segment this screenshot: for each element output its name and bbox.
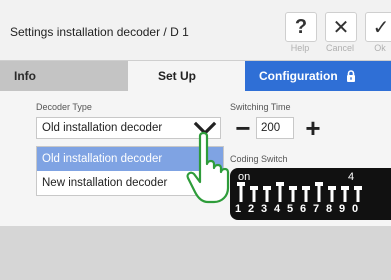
decoder-type-label: Decoder Type (36, 102, 92, 112)
tab-configuration[interactable]: Configuration (245, 61, 391, 91)
tab-bar: Info Set Up Configuration (0, 61, 391, 91)
dip-switch-3[interactable] (265, 190, 269, 202)
dip-switch-10[interactable] (356, 190, 360, 202)
tab-info[interactable]: Info (0, 61, 128, 91)
switch-number: 8 (325, 203, 333, 215)
dip-switch-knob-5 (289, 186, 297, 190)
dip-switch-knob-4 (276, 182, 284, 186)
dip-switch-6[interactable] (304, 190, 308, 202)
window-title: Settings installation decoder / D 1 (10, 25, 189, 39)
switch-number: 3 (260, 203, 268, 215)
dip-switch-knob-6 (302, 186, 310, 190)
close-icon: ✕ (325, 12, 357, 42)
coding-marker-label: 4 (348, 171, 355, 183)
dip-switch-knob-3 (263, 186, 271, 190)
switch-number: 0 (351, 203, 359, 215)
switch-number: 2 (247, 203, 255, 215)
dip-switch-4[interactable] (278, 186, 282, 202)
switch-number: 4 (273, 203, 281, 215)
switch-number: 9 (338, 203, 346, 215)
tab-configuration-label: Configuration (259, 69, 338, 83)
dip-switch-9[interactable] (343, 190, 347, 202)
dip-switch-knob-8 (328, 186, 336, 190)
help-label: Help (290, 43, 310, 53)
dip-switch-7[interactable] (317, 186, 321, 202)
help-icon: ? (285, 12, 317, 42)
cancel-button[interactable]: ✕ Cancel (321, 12, 359, 56)
bottom-area (0, 226, 391, 280)
switching-time-label: Switching Time (230, 102, 291, 112)
coding-switch-numbers: 1 2 3 4 5 6 7 8 9 0 (230, 203, 391, 217)
switch-number: 6 (299, 203, 307, 215)
switch-number: 7 (312, 203, 320, 215)
ok-button[interactable]: ✓ Ok (361, 12, 391, 56)
dip-switch-5[interactable] (291, 190, 295, 202)
dip-switch-knob-10 (354, 186, 362, 190)
switching-time-input[interactable]: 200 (256, 117, 294, 139)
checkmark-icon: ✓ (365, 12, 391, 42)
pointing-hand-icon (186, 130, 242, 206)
tab-info-label: Info (14, 69, 36, 83)
coding-switch[interactable]: on 4 1 2 3 4 5 6 7 8 9 0 (230, 168, 391, 220)
dip-switch-knob-7 (315, 182, 323, 186)
help-button[interactable]: ? Help (281, 12, 319, 56)
tab-set-up-label: Set Up (158, 69, 197, 83)
tab-set-up[interactable]: Set Up (128, 61, 245, 91)
dip-switch-knob-2 (250, 186, 258, 190)
ok-label: Ok (374, 43, 386, 53)
dip-switch-2[interactable] (252, 190, 256, 202)
lock-icon (346, 70, 356, 82)
increment-button[interactable]: + (300, 115, 326, 142)
switch-number: 5 (286, 203, 294, 215)
title-bar: Settings installation decoder / D 1 ? He… (0, 0, 391, 61)
cancel-label: Cancel (325, 43, 354, 53)
dip-switch-8[interactable] (330, 190, 334, 202)
dip-switch-knob-9 (341, 186, 349, 190)
